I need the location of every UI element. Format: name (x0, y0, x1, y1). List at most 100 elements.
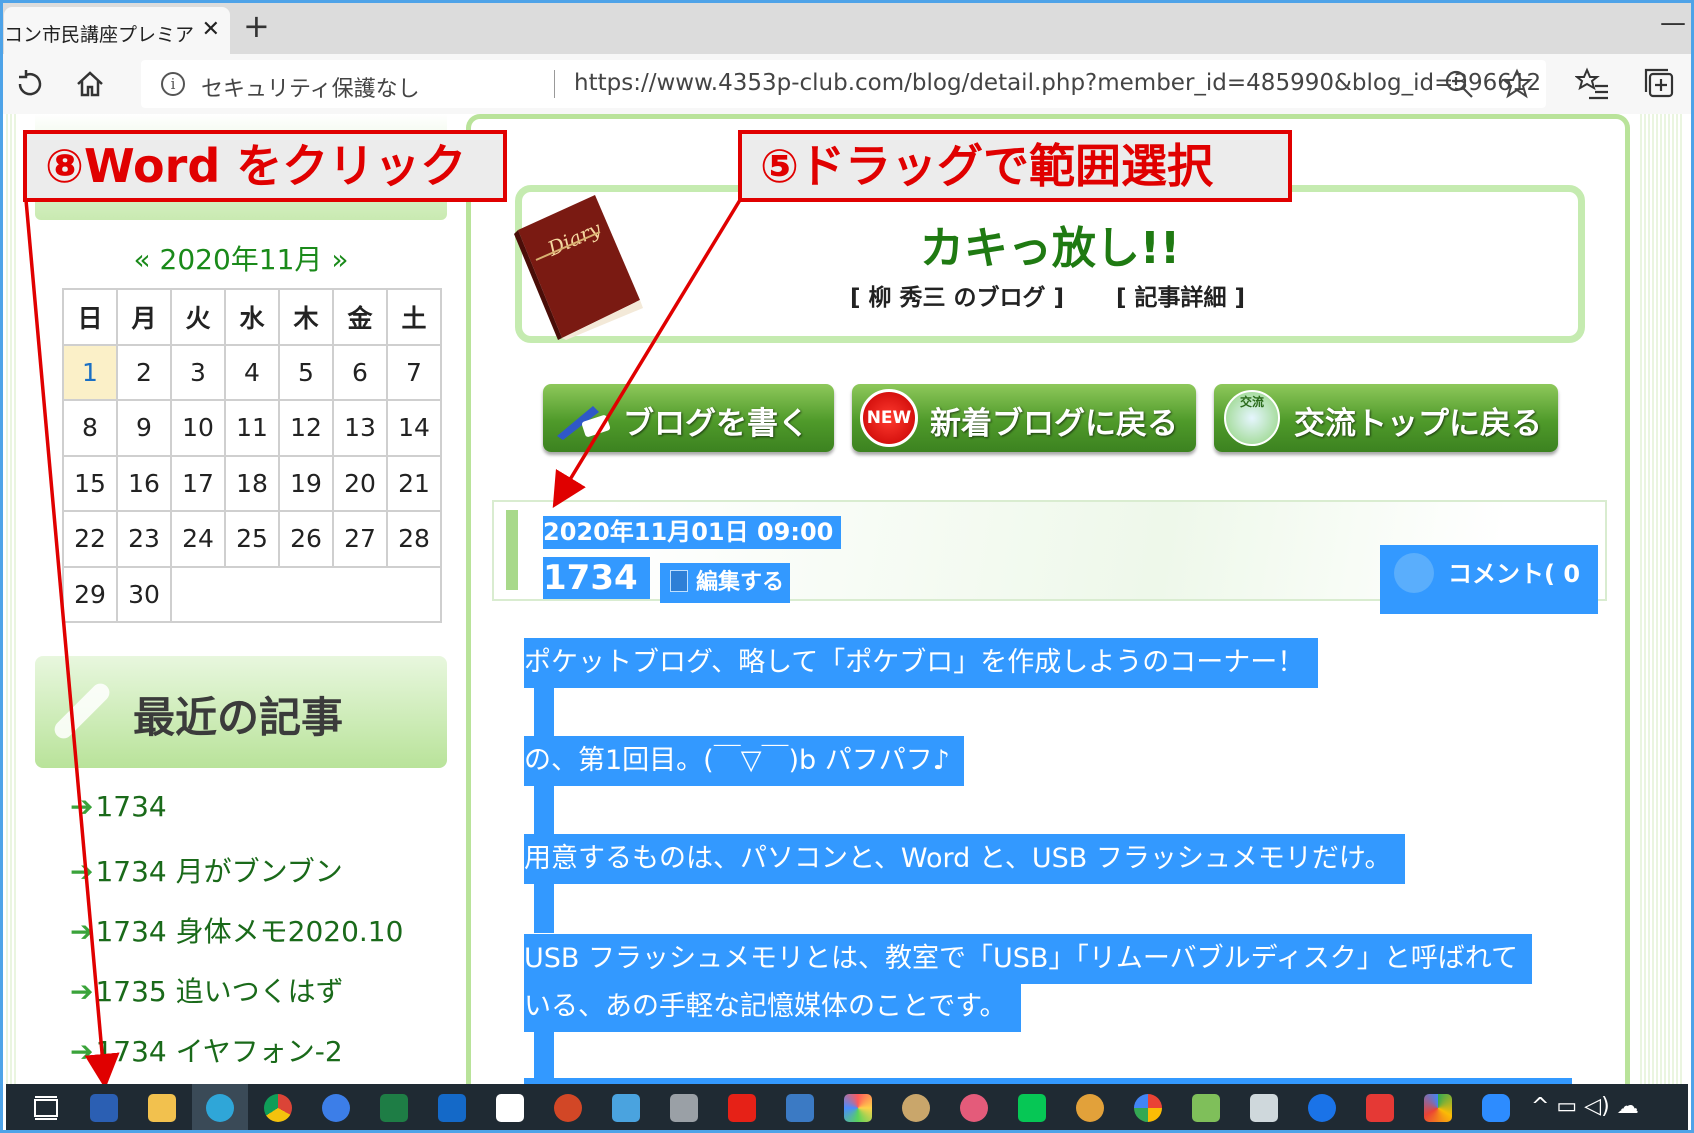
play-store-icon[interactable] (1424, 1094, 1452, 1122)
calendar-weekday: 金 (332, 288, 388, 346)
new-tab-button[interactable]: + (243, 10, 270, 42)
url-text[interactable]: https://www.4353p-club.com/blog/detail.p… (574, 70, 1541, 96)
page-background-stripe-right (1640, 114, 1682, 1084)
contacts-icon[interactable] (612, 1094, 640, 1122)
recent-article-link[interactable]: ➔1734 身体メモ2020.10 (70, 910, 403, 950)
selected-blank-line (534, 884, 554, 933)
arrow-icon: ➔ (70, 1035, 94, 1068)
arrow-icon: ➔ (70, 975, 94, 1008)
selected-blank-line (534, 786, 554, 835)
system-tray[interactable]: ^ ▭ ◁) ☁ (1531, 1094, 1639, 1119)
calendar-month-label: 2020年11月 (159, 243, 323, 276)
blog-owner-link[interactable]: [ 柳 秀三 のブログ ] (850, 278, 1064, 312)
color-app-icon[interactable] (844, 1094, 872, 1122)
recent-article-link[interactable]: ➔1734 (70, 790, 167, 823)
recent-article-title[interactable]: 1734 (95, 790, 166, 823)
pdf-png-icon[interactable] (1366, 1094, 1394, 1122)
calendar-day: 13 (332, 399, 388, 457)
tab-title: コン市民講座プレミアブロ (4, 24, 196, 46)
zoom-icon[interactable] (1443, 68, 1475, 100)
favorite-star-icon[interactable] (1501, 68, 1533, 100)
excel-icon[interactable] (380, 1094, 408, 1122)
calendar-day: 26 (278, 510, 334, 568)
edit-entry-button[interactable]: 編集する (660, 563, 790, 603)
back-to-new-blogs-button[interactable]: NEW 新着ブログに戻る (852, 384, 1196, 452)
recent-article-title[interactable]: 1734 月がブンブン (95, 855, 342, 888)
paint-icon[interactable] (902, 1094, 930, 1122)
arrow-icon: ➔ (70, 915, 94, 948)
favorites-list-icon[interactable] (1575, 66, 1611, 102)
calendar-day: 4 (224, 343, 280, 401)
inbox-icon[interactable] (1250, 1094, 1278, 1122)
security-label[interactable]: セキュリティ保護なし (201, 71, 420, 103)
onedrive-icon[interactable] (1308, 1094, 1336, 1122)
calendar-table: 日 月 火 水 木 金 土 1 2 3 4 5 6 7 8 9 10 11 12… (62, 288, 442, 623)
calendar-day: 6 (332, 343, 388, 401)
edit-icon (670, 570, 688, 592)
recent-article-title[interactable]: 1734 身体メモ2020.10 (95, 915, 403, 948)
google-icon[interactable] (1134, 1094, 1162, 1122)
calendar-prev-month-link[interactable]: « (134, 243, 151, 276)
calendar-weekday: 木 (278, 288, 334, 346)
mail-icon[interactable] (960, 1094, 988, 1122)
recent-article-link[interactable]: ➔1734 イヤフォン-2 (70, 1030, 343, 1070)
word-icon[interactable] (90, 1094, 118, 1122)
calendar-day: 24 (170, 510, 226, 568)
address-bar[interactable]: i セキュリティ保護なし https://www.4353p-club.com/… (141, 60, 1546, 108)
calendar-day: 20 (332, 454, 388, 512)
calendar-week-row: 1 2 3 4 5 6 7 (62, 343, 442, 401)
comment-button[interactable]: コメント( 0 ) (1380, 545, 1598, 642)
edge-icon[interactable] (206, 1094, 234, 1122)
zoom-icon[interactable] (1482, 1094, 1510, 1122)
info-icon[interactable]: i (161, 72, 185, 96)
calendar-day: 19 (278, 454, 334, 512)
photos-icon[interactable] (786, 1094, 814, 1122)
calendar-day: 12 (278, 399, 334, 457)
printer-icon[interactable] (670, 1094, 698, 1122)
recent-article-link[interactable]: ➔1734 月がブンブン (70, 850, 343, 890)
outlook-icon[interactable] (438, 1094, 466, 1122)
home-icon[interactable] (72, 66, 108, 102)
calendar-empty-cell (170, 565, 442, 623)
write-blog-button[interactable]: ブログを書く (543, 384, 834, 452)
calendar-day: 28 (386, 510, 442, 568)
calendar-weekday-row: 日 月 火 水 木 金 土 (62, 288, 442, 346)
collections-icon[interactable] (1642, 66, 1678, 102)
annotation-drag-select: ⑤ドラッグで範囲選択 (738, 130, 1292, 202)
youtube-icon[interactable] (728, 1094, 756, 1122)
calendar-week-row: 22 23 24 25 26 27 28 (62, 510, 442, 568)
calendar-weekday: 火 (170, 288, 226, 346)
calendar-next-month-link[interactable]: » (331, 243, 348, 276)
arrow-icon: ➔ (70, 790, 94, 823)
calendar-day: 5 (278, 343, 334, 401)
powerpoint-icon[interactable] (554, 1094, 582, 1122)
file-explorer-icon[interactable] (148, 1094, 176, 1122)
calendar-weekday: 日 (62, 288, 118, 346)
line-icon[interactable] (1018, 1094, 1046, 1122)
window-minimize-button[interactable]: — (1660, 8, 1686, 38)
game-icon[interactable] (1076, 1094, 1104, 1122)
refresh-icon[interactable] (12, 66, 48, 102)
back-to-new-blogs-label: 新着ブログに戻る (930, 406, 1178, 442)
calendar-day-today[interactable]: 1 (62, 343, 118, 401)
calendar-day: 22 (62, 510, 118, 568)
amazon-icon[interactable] (496, 1094, 524, 1122)
recent-article-link[interactable]: ➔1735 追いつくはず (70, 970, 344, 1010)
entry-paragraph: いる、あの手軽な記憶媒体のことです。 (524, 982, 1021, 1032)
chrome-icon[interactable] (264, 1094, 292, 1122)
people-icon[interactable] (322, 1094, 350, 1122)
new-badge-icon: NEW (860, 389, 918, 447)
map-icon[interactable] (1192, 1094, 1220, 1122)
tab-close-icon[interactable]: ✕ (202, 17, 220, 42)
back-to-top-button[interactable]: 交流 交流トップに戻る (1214, 384, 1558, 452)
calendar-title: « 2020年11月 » (35, 238, 447, 278)
calendar-day: 17 (170, 454, 226, 512)
entry-paragraph: の、第1回目。(￣▽￣)b パフパフ♪ (524, 736, 964, 786)
task-view-icon[interactable] (32, 1094, 60, 1122)
browser-toolbar: i セキュリティ保護なし https://www.4353p-club.com/… (0, 54, 1694, 114)
calendar-week-row: 29 30 (62, 565, 442, 623)
browser-tab[interactable]: コン市民講座プレミアブロ ✕ (4, 7, 230, 54)
calendar-day: 30 (116, 565, 172, 623)
recent-article-title[interactable]: 1734 イヤフォン-2 (95, 1035, 342, 1068)
recent-article-title[interactable]: 1735 追いつくはず (95, 975, 343, 1008)
